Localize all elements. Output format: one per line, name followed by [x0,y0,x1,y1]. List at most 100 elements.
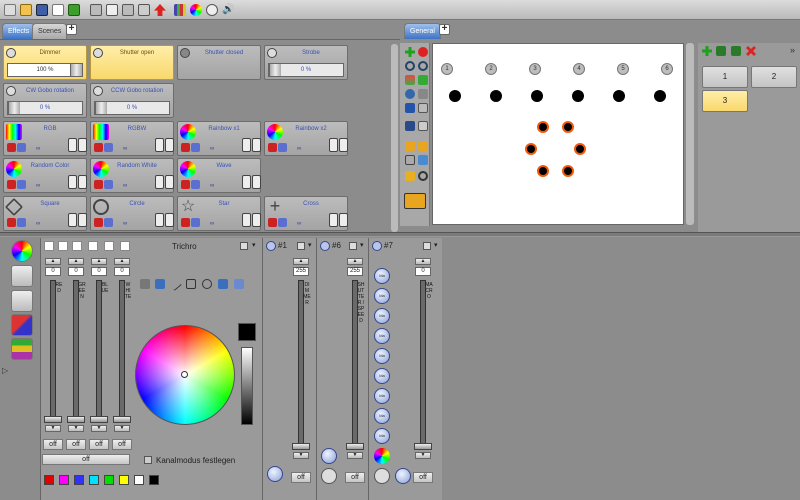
mode-toggle-2[interactable] [252,175,261,189]
preset-box-2[interactable] [58,241,68,251]
record-icon[interactable] [94,218,103,227]
record-icon[interactable] [268,143,277,152]
more-icon[interactable]: » [790,45,795,55]
fixture-off-button[interactable]: off [345,472,365,483]
fixture-lamp-selected[interactable] [525,143,537,155]
fader-down-arrow-icon[interactable]: ▼ [293,452,309,459]
palette-swatch[interactable] [44,475,54,485]
mode-toggle-2[interactable] [339,213,348,227]
effect-random-white[interactable]: Random White ∞ [90,158,174,193]
mode-toggle-1[interactable] [155,175,164,189]
print-icon[interactable] [90,4,102,16]
fader-up-arrow-icon[interactable]: ▲ [45,258,61,265]
fixture-menu-arrow-icon[interactable]: ▾ [308,241,312,249]
effect-shutter-open[interactable]: Shutter open [90,45,174,80]
fader-up-arrow-icon[interactable]: ▲ [68,258,84,265]
speaker-icon[interactable]: 🔊 [222,4,234,16]
fader-knob[interactable] [44,416,62,423]
effects-tool-icon[interactable] [11,338,33,360]
effect-shutter-closed[interactable]: Shutter closed [177,45,261,80]
brightness-slider[interactable] [241,347,253,425]
mode-toggle-1[interactable] [155,138,164,152]
fixture-icon[interactable] [17,180,26,189]
palette-swatch[interactable] [59,475,69,485]
stage-canvas[interactable]: 1 2 3 4 5 6 [432,43,684,225]
fixture-icon[interactable] [191,143,200,152]
rectangle-icon[interactable] [186,279,196,289]
move-icon[interactable] [418,75,428,85]
mail-icon[interactable] [106,4,118,16]
fixture-menu-arrow-icon[interactable]: ▾ [360,241,364,249]
statistics-icon[interactable] [174,4,186,16]
color-wheel-icon[interactable] [190,4,202,16]
mode-toggle-2[interactable] [78,175,87,189]
fader-off-button[interactable]: off [112,439,132,450]
fixture-lamp-selected[interactable] [574,143,586,155]
mode-toggle-2[interactable] [339,138,348,152]
mode-toggle-2[interactable] [252,213,261,227]
effect-square[interactable]: Square ∞ [3,196,87,231]
fader-track[interactable] [73,280,79,418]
record-icon[interactable] [181,218,190,227]
upload-arrow-icon[interactable] [154,4,166,16]
gear-icon[interactable] [418,171,428,181]
record-icon[interactable] [268,218,277,227]
fader-down-arrow-icon[interactable]: ▼ [415,452,431,459]
fixture-lamp-selected[interactable] [537,121,549,133]
mode-toggle-1[interactable] [68,213,77,227]
stage-icon[interactable] [122,4,134,16]
fixture-lamp[interactable] [654,90,666,102]
new-file-icon[interactable] [4,4,16,16]
palette-swatch[interactable] [74,475,84,485]
expand-arrow-icon[interactable]: ▷ [2,366,8,375]
fader-track[interactable] [96,280,102,418]
palette-swatch[interactable] [134,475,144,485]
distribute-icon[interactable] [418,121,428,131]
copy-group-icon[interactable] [716,46,726,56]
stage-scrollbar[interactable] [686,43,694,225]
link-icon[interactable] [418,89,428,99]
record-icon[interactable] [94,143,103,152]
fixture-icon[interactable] [17,143,26,152]
mode-toggle-1[interactable] [242,138,251,152]
cross-arrows-icon[interactable] [405,103,415,113]
fixture-lamp-selected[interactable] [562,165,574,177]
zoom-out-icon[interactable] [418,61,428,71]
fader-up-arrow-icon[interactable]: ▲ [91,258,107,265]
document-icon[interactable] [52,4,64,16]
export-icon[interactable] [68,4,80,16]
fader-off-button[interactable]: off [89,439,109,450]
macro-button[interactable]: Ma [374,368,390,384]
position-tool-icon[interactable] [11,290,33,312]
ellipse-icon[interactable] [202,279,212,289]
kanalmodus-checkbox[interactable] [144,456,152,464]
fader-down-arrow-icon[interactable]: ▼ [347,452,363,459]
fixture-select-checkbox[interactable] [297,242,305,250]
tab-general[interactable]: General [404,23,441,39]
fixture-icon[interactable] [104,143,113,152]
fixture-select-checkbox[interactable] [349,242,357,250]
fader-track[interactable] [119,280,125,418]
effect-rainbow-x2[interactable]: Rainbow x2 ∞ [264,121,348,156]
effect-star[interactable]: ☆ Star ∞ [177,196,261,231]
fixture-lamp[interactable] [531,90,543,102]
pan-tilt-tool-icon[interactable] [11,314,33,336]
mode-toggle-1[interactable] [329,213,338,227]
rotate-icon[interactable] [405,89,415,99]
fader-knob[interactable] [346,443,364,450]
effect-circle[interactable]: Circle ∞ [90,196,174,231]
preset-box-6[interactable] [120,241,130,251]
fixture-icon[interactable] [191,180,200,189]
delete-icon[interactable] [418,47,428,57]
fixture-add-icon[interactable] [404,193,426,209]
ungroup-icon[interactable] [418,141,428,151]
save-icon[interactable] [36,4,48,16]
line-icon[interactable] [167,276,183,292]
mode-toggle-1[interactable] [155,213,164,227]
color-wheel[interactable] [135,325,235,425]
macro-button[interactable]: Ma [374,388,390,404]
record-icon[interactable] [7,143,16,152]
macro-button[interactable]: Ma [374,308,390,324]
patch-icon[interactable] [138,4,150,16]
trichro-off-button[interactable]: off [42,454,130,465]
